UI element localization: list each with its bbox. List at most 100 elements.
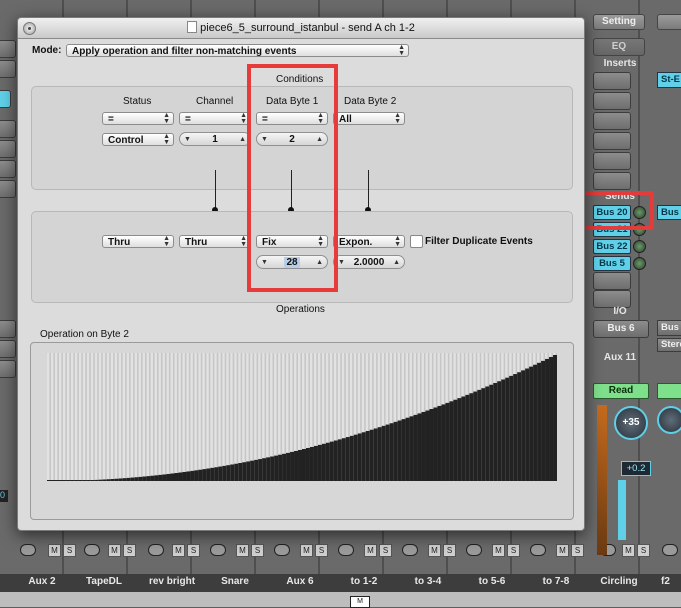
increment-arrow-icon[interactable]: ▲	[316, 256, 323, 270]
region-marker[interactable]: M	[350, 596, 370, 608]
send-level-knob[interactable]	[633, 206, 646, 219]
status-value-popup[interactable]: Control ▲ ▼	[102, 133, 174, 146]
strip-button-active[interactable]	[0, 90, 11, 108]
link-icon[interactable]	[530, 544, 546, 556]
data-byte-1-operation-value-field[interactable]: 28	[284, 257, 300, 268]
data-byte-1-operation-popup[interactable]: Fix ▲ ▼	[256, 235, 328, 248]
strip-button[interactable]	[0, 120, 16, 138]
insert-slot[interactable]	[593, 72, 631, 90]
pan-knob-right[interactable]	[657, 406, 681, 434]
send-slot-right[interactable]: Bus 2	[657, 205, 681, 220]
output-button[interactable]: Bus 6	[593, 320, 649, 338]
solo-button[interactable]: S	[63, 544, 76, 557]
strip-button[interactable]	[0, 40, 16, 58]
strip-button[interactable]	[0, 340, 16, 358]
mute-button[interactable]: M	[556, 544, 569, 557]
strip-button[interactable]	[0, 320, 16, 338]
decrement-arrow-icon[interactable]: ▼	[261, 256, 268, 270]
data-byte-2-operation-popup[interactable]: Expon. ▲ ▼	[333, 235, 405, 248]
graph-bar	[134, 477, 139, 481]
mute-button[interactable]: M	[492, 544, 505, 557]
increment-arrow-icon[interactable]: ▲	[239, 133, 246, 147]
strip-button[interactable]	[0, 60, 16, 78]
send-slot-2[interactable]: Bus 21	[593, 222, 631, 237]
mute-button[interactable]: M	[428, 544, 441, 557]
output-button-right[interactable]: Bus	[657, 320, 681, 336]
solo-button[interactable]: S	[571, 544, 584, 557]
solo-button[interactable]: S	[443, 544, 456, 557]
solo-button[interactable]: S	[315, 544, 328, 557]
link-icon[interactable]	[402, 544, 418, 556]
send-level-knob[interactable]	[633, 257, 646, 270]
decrement-arrow-icon[interactable]: ▼	[338, 256, 345, 270]
stereo-button-right[interactable]: Stere	[657, 338, 681, 352]
filter-duplicate-checkbox[interactable]	[410, 235, 423, 248]
solo-button[interactable]: S	[251, 544, 264, 557]
channel-condition-popup[interactable]: = ▲ ▼	[179, 112, 251, 125]
insert-slot[interactable]	[593, 152, 631, 170]
window-title: piece6_5_surround_istanbul - send A ch 1…	[200, 22, 415, 34]
insert-slot-right[interactable]: St-E	[657, 72, 681, 88]
solo-button[interactable]: S	[187, 544, 200, 557]
pan-knob[interactable]: +35	[614, 406, 648, 440]
data-byte-1-condition-popup[interactable]: = ▲ ▼	[256, 112, 328, 125]
operation-graph[interactable]	[47, 353, 557, 481]
link-icon[interactable]	[338, 544, 354, 556]
link-icon[interactable]	[148, 544, 164, 556]
solo-button[interactable]: S	[637, 544, 650, 557]
mute-button[interactable]: M	[172, 544, 185, 557]
send-level-knob[interactable]	[633, 240, 646, 253]
mute-button[interactable]: M	[622, 544, 635, 557]
close-icon[interactable]	[23, 22, 36, 35]
automation-mode-button[interactable]: Read	[593, 383, 649, 399]
solo-button[interactable]: S	[379, 544, 392, 557]
link-icon[interactable]	[20, 544, 36, 556]
solo-button[interactable]: S	[123, 544, 136, 557]
mute-button[interactable]: M	[236, 544, 249, 557]
increment-arrow-icon[interactable]: ▲	[393, 256, 400, 270]
status-operation-popup[interactable]: Thru ▲ ▼	[102, 235, 174, 248]
link-icon[interactable]	[466, 544, 482, 556]
link-icon[interactable]	[662, 544, 678, 556]
strip-button[interactable]	[0, 180, 16, 198]
strip-button[interactable]	[0, 160, 16, 178]
channel-value-stepper[interactable]: ▼ 1 ▲	[179, 132, 251, 146]
decrement-arrow-icon[interactable]: ▼	[261, 133, 268, 147]
send-level-knob[interactable]	[633, 223, 646, 236]
decrement-arrow-icon[interactable]: ▼	[184, 133, 191, 147]
graph-bar	[405, 417, 410, 481]
mute-button[interactable]: M	[48, 544, 61, 557]
automation-mode-right[interactable]	[657, 383, 681, 399]
window-titlebar[interactable]: piece6_5_surround_istanbul - send A ch 1…	[18, 18, 584, 39]
link-icon[interactable]	[274, 544, 290, 556]
send-slot-1[interactable]: Bus 20	[593, 205, 631, 220]
status-condition-popup[interactable]: = ▲ ▼	[102, 112, 174, 125]
mute-button[interactable]: M	[364, 544, 377, 557]
setting-button[interactable]: Setting	[593, 14, 645, 30]
send-slot-4[interactable]: Bus 5	[593, 256, 631, 271]
solo-button[interactable]: S	[507, 544, 520, 557]
insert-slot[interactable]	[593, 92, 631, 110]
strip-button[interactable]	[0, 140, 16, 158]
send-slot-3[interactable]: Bus 22	[593, 239, 631, 254]
data-byte-2-condition-popup[interactable]: All ▲ ▼	[333, 112, 405, 125]
link-icon[interactable]	[84, 544, 100, 556]
data-byte-1-value-stepper[interactable]: ▼ 2 ▲	[256, 132, 328, 146]
setting-button-right[interactable]	[657, 14, 681, 30]
link-icon[interactable]	[210, 544, 226, 556]
eq-button[interactable]: EQ	[593, 38, 645, 56]
mute-button[interactable]: M	[108, 544, 121, 557]
insert-slot[interactable]	[593, 112, 631, 130]
volume-fader[interactable]	[618, 480, 626, 540]
data-byte-1-operation-stepper[interactable]: ▼ 28 ▲	[256, 255, 328, 269]
increment-arrow-icon[interactable]: ▲	[316, 133, 323, 147]
send-slot-empty[interactable]	[593, 272, 631, 290]
mute-button[interactable]: M	[300, 544, 313, 557]
channel-operation-popup[interactable]: Thru ▲ ▼	[179, 235, 251, 248]
insert-slot[interactable]	[593, 132, 631, 150]
strip-button[interactable]	[0, 360, 16, 378]
data-byte-2-operation-stepper[interactable]: ▼ 2.0000 ▲	[333, 255, 405, 269]
gain-display: +0.2	[621, 461, 651, 476]
mode-popup[interactable]: Apply operation and filter non-matching …	[66, 44, 409, 57]
insert-slot[interactable]	[593, 172, 631, 190]
